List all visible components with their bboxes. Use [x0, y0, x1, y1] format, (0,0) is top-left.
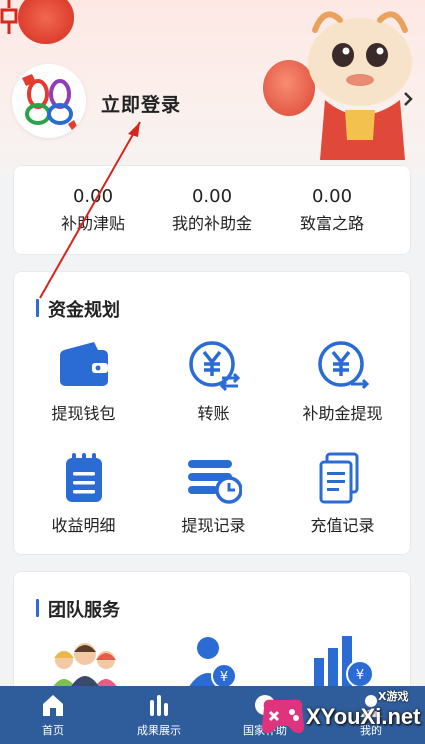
bar-chart-icon — [150, 695, 168, 716]
withdraw-record-icon — [187, 460, 242, 504]
watermark-text: XYouXi.net — [306, 704, 421, 729]
nav-item-home[interactable]: 首页 — [0, 692, 106, 738]
team-people-icon[interactable] — [50, 638, 120, 688]
grid-item-subsidy-withdraw[interactable]: 补助金提现 — [276, 338, 409, 424]
subsidy-stats-card: 0.00 补助津贴 0.00 我的补助金 0.00 致富之路 — [13, 165, 411, 255]
section-title-team: 团队服务 — [36, 596, 120, 622]
grid-label: 转账 — [197, 404, 230, 423]
grid-label: 补助金提现 — [302, 404, 383, 423]
recharge-record-icon — [319, 452, 358, 504]
chevron-right-icon[interactable] — [401, 90, 415, 108]
grid-item-withdraw-wallet[interactable]: 提现钱包 — [17, 338, 150, 424]
stat-value: 0.00 — [191, 186, 233, 207]
income-detail-icon — [65, 453, 102, 502]
svg-text:¥: ¥ — [356, 668, 364, 683]
stat-label: 致富之路 — [299, 214, 364, 233]
grid-item-transfer[interactable]: 转账 — [147, 338, 280, 424]
stat-subsidy-allowance[interactable]: 0.00 补助津贴 — [33, 186, 153, 234]
stat-road-to-wealth[interactable]: 0.00 致富之路 — [272, 186, 392, 234]
stat-label: 补助津贴 — [60, 214, 125, 233]
avatar[interactable] — [12, 64, 86, 138]
grid-item-withdraw-record[interactable]: 提现记录 — [147, 450, 280, 536]
transfer-icon — [188, 341, 240, 392]
grid-item-income-detail[interactable]: 收益明细 — [17, 450, 150, 536]
watermark-small-text: X游戏 — [378, 690, 409, 703]
nav-item-achievements[interactable]: 成果展示 — [106, 692, 212, 738]
stat-value: 0.00 — [72, 186, 114, 207]
chart-money-icon[interactable]: ¥ — [310, 634, 380, 688]
user-money-icon[interactable]: ¥ — [184, 634, 244, 688]
grid-label: 收益明细 — [51, 516, 116, 535]
section-title-funds: 资金规划 — [36, 296, 120, 322]
svg-text:¥: ¥ — [220, 670, 228, 685]
subsidy-withdraw-icon — [317, 341, 369, 390]
logo-avatar-icon — [12, 64, 86, 138]
grid-label: 提现钱包 — [51, 404, 116, 423]
lantern-decoration — [18, 0, 74, 44]
gamepad-logo-icon — [262, 699, 304, 734]
profile-header: 立即登录 — [0, 0, 425, 175]
stat-label: 我的补助金 — [171, 214, 252, 233]
wallet-icon — [59, 342, 108, 386]
nav-label: 首页 — [42, 724, 64, 737]
grid-label: 提现记录 — [181, 516, 246, 535]
grid-label: 充值记录 — [310, 516, 375, 535]
dragon-mascot-decoration — [308, 11, 412, 160]
stat-my-subsidy[interactable]: 0.00 我的补助金 — [152, 186, 272, 234]
watermark: X游戏 XYouXi.net — [248, 684, 425, 744]
nav-label: 成果展示 — [137, 724, 181, 737]
login-link[interactable]: 立即登录 — [101, 90, 181, 117]
home-icon — [43, 695, 63, 716]
funds-planning-card: 资金规划 提现钱包 转账 补助金提现 收益明细 提现记录 充值记录 — [13, 271, 411, 555]
stat-value: 0.00 — [311, 186, 353, 207]
grid-item-recharge-record[interactable]: 充值记录 — [276, 450, 409, 536]
